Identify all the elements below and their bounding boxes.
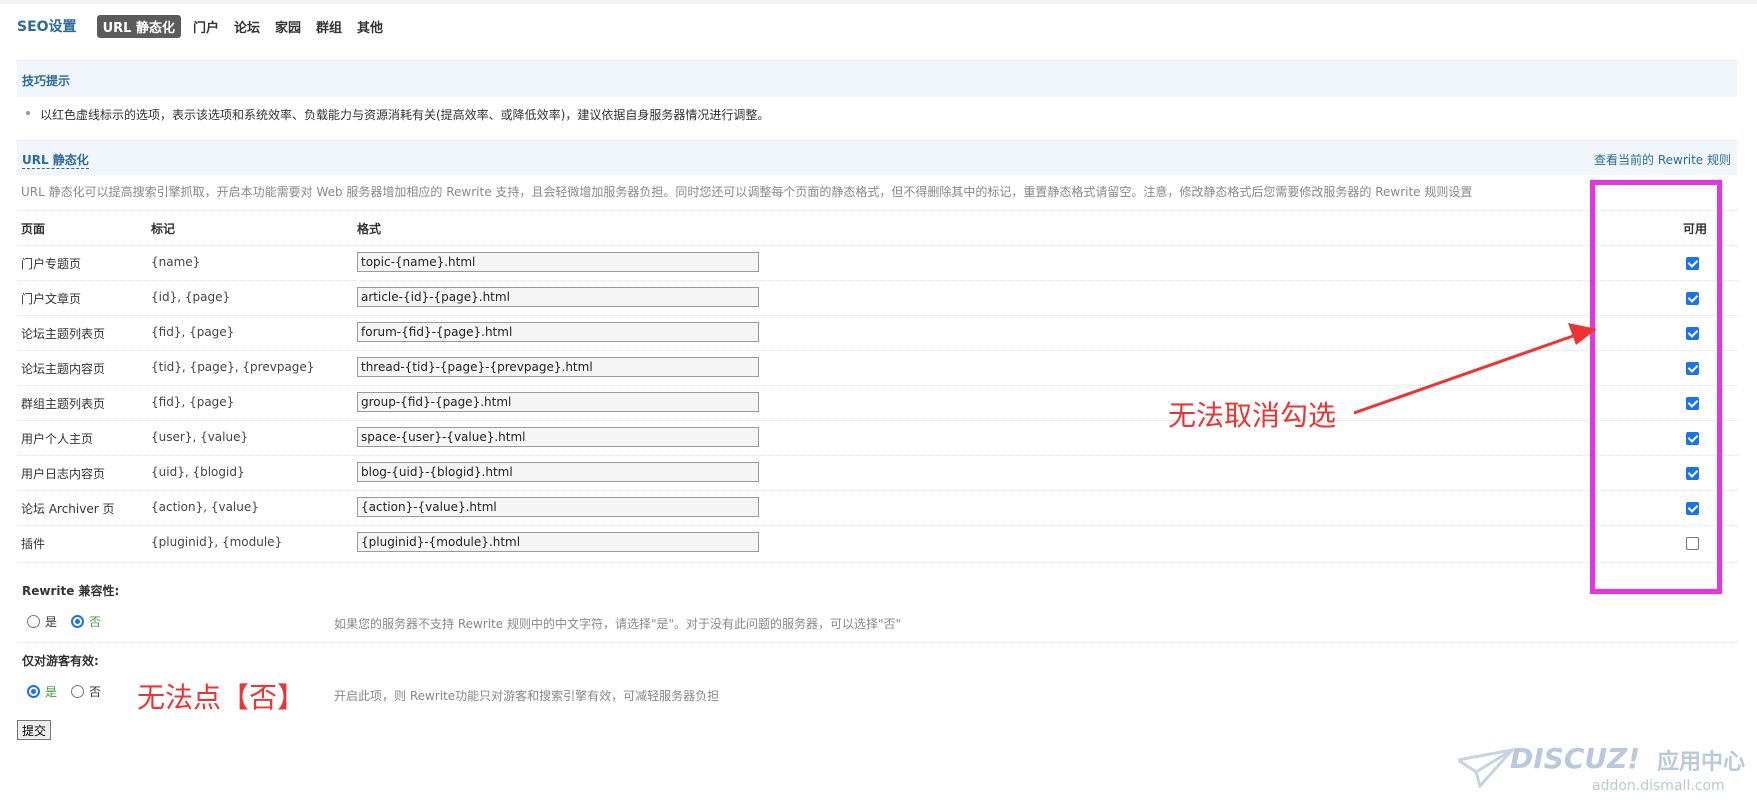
- watermark-brand: DISCUZ!: [1510, 742, 1641, 775]
- watermark-subtitle: 应用中心: [1657, 750, 1746, 775]
- paper-plane-icon: [1458, 748, 1514, 788]
- annotation-radio-note: 无法点【否】: [137, 681, 306, 714]
- annotation-checkbox-note: 无法取消勾选: [1168, 399, 1337, 432]
- watermark-domain: addon.dismall.com: [1592, 778, 1725, 794]
- watermark: DISCUZ! 应用中心 addon.dismall.com: [1450, 742, 1750, 802]
